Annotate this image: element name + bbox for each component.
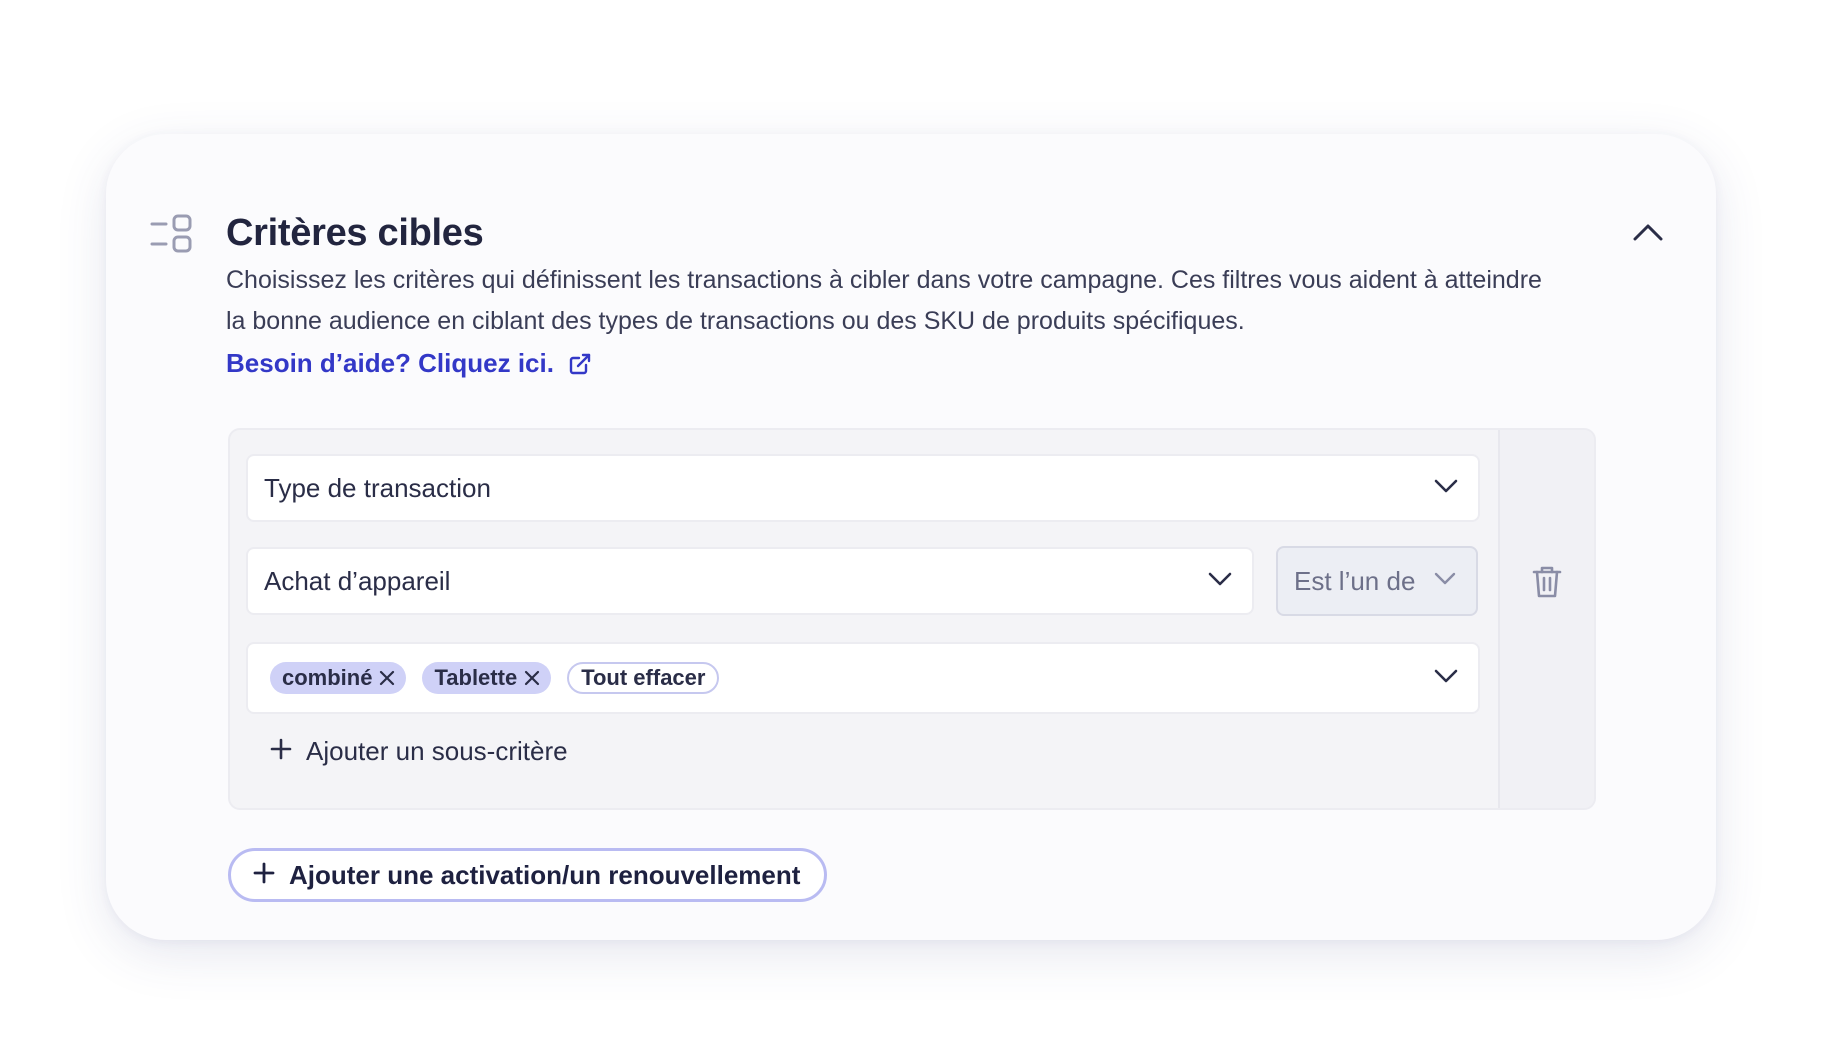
close-icon[interactable]	[378, 669, 396, 687]
add-activation-label: Ajouter une activation/un renouvellement	[289, 859, 801, 890]
help-link-label: Besoin d’aide? Cliquez ici.	[226, 348, 554, 378]
chevron-up-icon	[1633, 223, 1663, 246]
chip-label: combiné	[282, 665, 373, 690]
criteria-list-icon	[150, 212, 198, 260]
section-description: Choisissez les critères qui définissent …	[226, 266, 1542, 335]
help-link[interactable]: Besoin d’aide? Cliquez ici.	[226, 348, 592, 379]
collapse-button[interactable]	[1628, 214, 1668, 254]
selected-values: combiné Tablette Tout effacer	[270, 662, 720, 694]
add-activation-button[interactable]: Ajouter une activation/un renouvellement	[228, 848, 828, 902]
trash-icon[interactable]	[1532, 565, 1562, 604]
transaction-type-select[interactable]: Type de transaction	[246, 454, 1480, 522]
plus-icon	[253, 860, 275, 891]
operator-select[interactable]: Est l’un de	[1276, 546, 1478, 616]
clear-all-button[interactable]: Tout effacer	[567, 662, 720, 694]
chevron-down-icon	[1208, 572, 1232, 591]
external-link-icon	[568, 352, 592, 376]
chevron-down-icon	[1434, 479, 1458, 498]
plus-icon	[270, 736, 292, 767]
close-icon[interactable]	[523, 669, 541, 687]
values-multiselect[interactable]: combiné Tablette Tout effacer	[246, 642, 1480, 714]
target-criteria-card: Critères cibles Choisissez les critères …	[106, 134, 1716, 940]
value-chip: combiné	[270, 662, 407, 694]
chevron-down-icon	[1434, 669, 1458, 688]
chip-label: Tablette	[434, 665, 518, 690]
chevron-down-icon	[1434, 572, 1456, 590]
value-chip: Tablette	[422, 662, 552, 694]
operator-value: Est l’un de	[1294, 565, 1416, 596]
criteria-group: Type de transaction Achat d’appareil Est…	[228, 428, 1596, 810]
criteria-actions-column	[1498, 430, 1594, 808]
transaction-subtype-select[interactable]: Achat d’appareil	[246, 547, 1254, 615]
transaction-subtype-value: Achat d’appareil	[264, 565, 451, 596]
add-sub-criterion-label: Ajouter un sous-critère	[306, 736, 568, 766]
add-sub-criterion-button[interactable]: Ajouter un sous-critère	[270, 736, 568, 767]
transaction-type-value: Type de transaction	[264, 472, 491, 503]
section-title: Critères cibles	[226, 212, 484, 254]
